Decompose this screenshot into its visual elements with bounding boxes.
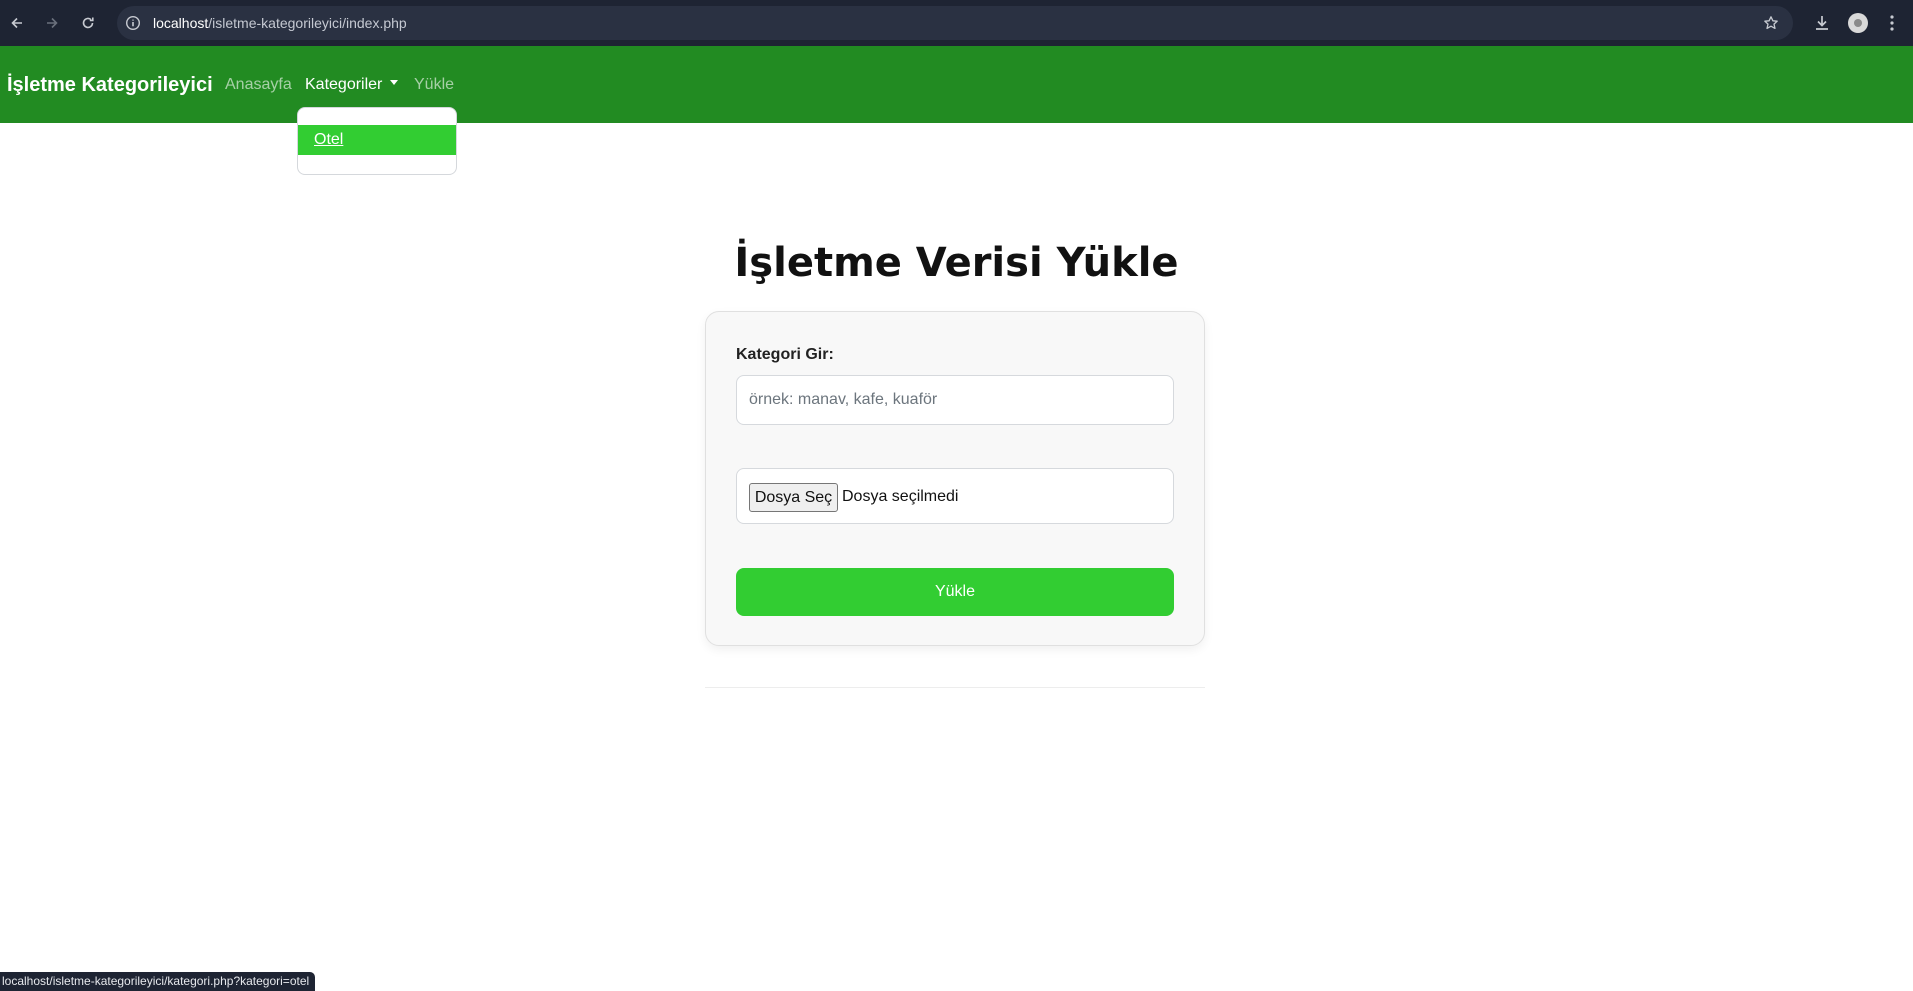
forward-icon[interactable] bbox=[40, 11, 64, 35]
download-icon[interactable] bbox=[1810, 11, 1834, 35]
nav-link-anasayfa[interactable]: Anasayfa bbox=[225, 46, 292, 124]
browser-toolbar: localhost/isletme-kategorileyici/index.p… bbox=[0, 0, 1913, 46]
site-info-icon[interactable] bbox=[125, 15, 141, 31]
caret-down-icon bbox=[390, 80, 399, 86]
address-bar[interactable]: localhost/isletme-kategorileyici/index.p… bbox=[117, 6, 1793, 40]
page-title: İşletme Verisi Yükle bbox=[734, 240, 1179, 286]
bookmark-star-icon[interactable] bbox=[1763, 15, 1779, 31]
category-label: Kategori Gir: bbox=[736, 346, 834, 363]
file-input[interactable]: Dosya Seç Dosya seçilmedi bbox=[736, 468, 1174, 524]
file-status-text: Dosya seçilmedi bbox=[842, 488, 959, 505]
site-navbar: İşletme Kategorileyici Anasayfa Kategori… bbox=[0, 46, 1913, 123]
upload-form-card: Kategori Gir: Dosya Seç Dosya seçilmedi … bbox=[705, 311, 1205, 646]
menu-dots-icon[interactable] bbox=[1880, 11, 1904, 35]
url-host: localhost bbox=[153, 15, 209, 31]
address-url[interactable]: localhost/isletme-kategorileyici/index.p… bbox=[153, 6, 407, 40]
brand-link[interactable]: İşletme Kategorileyici bbox=[7, 46, 213, 124]
category-input[interactable] bbox=[736, 375, 1174, 425]
choose-file-button[interactable]: Dosya Seç bbox=[749, 483, 838, 512]
link-status-bubble: localhost/isletme-kategorileyici/kategor… bbox=[0, 972, 316, 991]
reload-icon[interactable] bbox=[76, 11, 100, 35]
back-icon[interactable] bbox=[5, 11, 29, 35]
nav-dropdown-label: Kategoriler bbox=[305, 76, 383, 93]
divider bbox=[705, 687, 1205, 688]
upload-submit-button[interactable]: Yükle bbox=[736, 568, 1174, 616]
kategoriler-dropdown-menu: Otel bbox=[297, 107, 457, 175]
url-path: /isletme-kategorileyici/index.php bbox=[208, 15, 407, 31]
dropdown-item-otel[interactable]: Otel bbox=[298, 125, 456, 155]
profile-avatar[interactable] bbox=[1848, 13, 1868, 33]
